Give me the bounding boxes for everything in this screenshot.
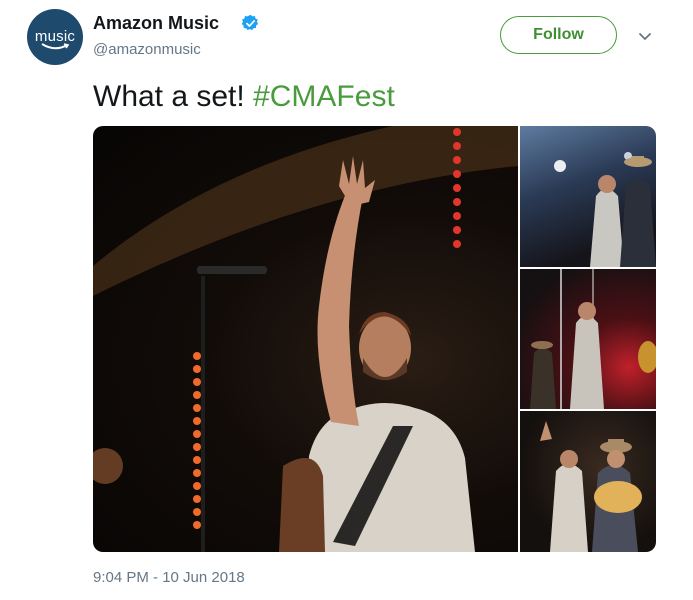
amazon-smile-icon xyxy=(41,43,70,50)
photo-thumb-3[interactable] xyxy=(520,411,656,552)
account-name[interactable]: Amazon Music xyxy=(93,13,219,34)
tweet-text: What a set! #CMAFest xyxy=(93,80,395,114)
avatar[interactable]: music xyxy=(27,9,83,65)
tweet-timestamp[interactable]: 9:04 PM - 10 Jun 2018 xyxy=(93,569,245,586)
hashtag-link[interactable]: #CMAFest xyxy=(253,80,395,113)
verified-badge-icon xyxy=(241,14,259,31)
photo-main[interactable] xyxy=(93,126,518,552)
media-grid xyxy=(93,126,656,552)
photo-thumb-1[interactable] xyxy=(520,126,656,267)
follow-button[interactable]: Follow xyxy=(500,16,617,54)
tweet-text-body: What a set! xyxy=(93,80,254,113)
chevron-down-icon[interactable] xyxy=(637,28,653,44)
account-handle[interactable]: @amazonmusic xyxy=(93,41,201,58)
photo-thumb-2[interactable] xyxy=(520,269,656,409)
